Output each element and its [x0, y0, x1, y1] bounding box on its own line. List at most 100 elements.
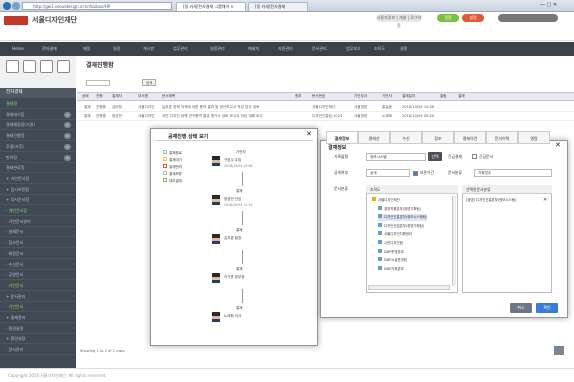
gnb-schedule[interactable]: 일정 — [113, 42, 120, 56]
write-icon[interactable] — [6, 60, 19, 73]
tree-node[interactable]: DDP운영본부 — [378, 248, 404, 255]
sidebar-item[interactable]: + 결재관리 — [0, 313, 76, 323]
gnb-document[interactable]: 문서관리 — [312, 42, 327, 56]
table-cell: 서울디자인재단- — [312, 105, 337, 109]
tree-scrollbar[interactable] — [452, 196, 456, 286]
delete-icon[interactable]: ✕ — [543, 197, 547, 203]
tree-label: 디자인산업본부(경영기획팀) — [384, 223, 425, 228]
person-name[interactable]: 정성민 선임 — [224, 197, 241, 202]
tree-node[interactable]: DDP시설운영팀 — [378, 257, 407, 263]
person-name[interactable]: 이기준 본부장 — [224, 275, 244, 280]
sidebar-item[interactable]: · 회람문서 — [0, 249, 76, 259]
category-select[interactable]: 기획업무 — [474, 169, 552, 177]
select-button[interactable]: 선택 — [428, 152, 442, 161]
browser-tab[interactable]: [정 카세]전자결재 — [248, 2, 308, 11]
tree-node[interactable]: 경영지원본부(경영기획팀) — [378, 205, 421, 212]
tree-node[interactable]: DDP기획본부 — [378, 265, 404, 272]
list-icon[interactable] — [40, 60, 53, 73]
gnb-report[interactable]: 업무보고 — [346, 42, 361, 56]
info-tab[interactable]: 결재의견 — [454, 131, 486, 144]
gnb-message[interactable]: 메세지 — [248, 42, 259, 56]
avatar — [212, 234, 220, 244]
retention-checkbox[interactable] — [413, 171, 418, 176]
user-menu[interactable]: 사용자정보 | 개설 | 로그아웃 — [376, 14, 422, 28]
gnb-home[interactable]: Home — [12, 42, 24, 56]
info-tab[interactable]: 참조 — [422, 131, 454, 144]
address-bar[interactable]: http://gw1.seouldesign.or.kr/bizbox/HP — [22, 2, 172, 10]
gnb-task[interactable]: 업무관리 — [173, 42, 188, 56]
sidebar-section-title: 전자결재 — [0, 88, 76, 98]
sidebar-item[interactable]: + 임시보관함 — [0, 185, 76, 195]
tree-label: DDP기획본부 — [384, 266, 404, 271]
close-icon[interactable]: ✕ — [555, 141, 561, 149]
gnb-resource[interactable]: 자원관리 — [278, 42, 293, 56]
gnb-approval[interactable]: 전자결재 — [42, 42, 57, 56]
sidebar-item[interactable]: · 기안문서관리 — [0, 217, 76, 227]
tree-node[interactable]: 서울디자인지원센터 — [378, 231, 412, 237]
selected-item[interactable]: [경영] 디자인진흥본부(정보시스템) — [466, 197, 516, 203]
sidebar-item[interactable]: + 기안문서함 — [0, 174, 76, 184]
tree-hscrollbar[interactable] — [368, 285, 450, 290]
tree-node[interactable]: 서울디자인재단 — [372, 197, 400, 203]
sidebar-item[interactable]: 결재완료함 — [0, 163, 76, 174]
sidebar-item[interactable]: · 결재문서 — [0, 227, 76, 238]
sidebar-item[interactable]: · 기안문서 — [0, 302, 76, 313]
badge: 0 — [64, 133, 71, 140]
sidebar-item[interactable]: · 환경설정 — [0, 324, 76, 334]
sidebar-item[interactable]: + 부서문서함 — [0, 195, 76, 206]
person-name[interactable]: 노재희 이사 — [224, 314, 241, 319]
gnb-org[interactable]: 조직도 — [374, 42, 385, 56]
legend-label: 결재대기 — [169, 158, 182, 162]
print-icon[interactable] — [57, 60, 70, 73]
info-tab[interactable]: 문서이력 — [486, 131, 518, 144]
close-icon[interactable]: ✕ — [306, 130, 312, 138]
tree-node[interactable]: 디자인산업본부(경영기획팀) — [378, 222, 425, 229]
browser-tab-active[interactable]: [정 카세]전자결재 그룹웨어 × — [176, 2, 246, 11]
table-header-cell: 문서제목 — [162, 94, 176, 98]
urgent-checkbox[interactable] — [472, 154, 477, 159]
back-icon[interactable] — [3, 2, 11, 10]
info-tab[interactable]: 열람 — [518, 131, 550, 144]
gnb-board[interactable]: 게시판 — [143, 42, 154, 56]
legend-item: 결재반려 — [163, 164, 182, 170]
public-select[interactable]: 공개 — [366, 169, 410, 177]
sidebar-item[interactable]: - 개인문서함 — [0, 206, 76, 216]
sidebar-item[interactable]: + 문서관리 — [0, 292, 76, 302]
page-button[interactable] — [554, 346, 564, 355]
ok-button[interactable]: 확인 — [536, 303, 558, 313]
info-tab[interactable]: 결재정보 — [326, 131, 358, 144]
cancel-button[interactable]: 취소 — [510, 303, 532, 313]
sidebar-item[interactable]: · 수신문서 — [0, 260, 76, 270]
sidebar-item[interactable]: · 참조문서 — [0, 238, 76, 249]
notification-pill[interactable]: 알림 — [437, 14, 459, 22]
window-controls[interactable]: — ▢ ✕ — [540, 2, 557, 8]
tree-label: 서울디자인재단 — [378, 198, 400, 202]
document-icon[interactable] — [23, 60, 36, 73]
sidebar-item[interactable]: 결재함 — [0, 99, 76, 109]
folder-icon — [378, 248, 382, 253]
forward-icon[interactable] — [12, 2, 20, 10]
gnb-mail[interactable]: 메일 — [83, 42, 90, 56]
person-name[interactable]: 구본수 주임 — [224, 158, 241, 163]
gnb-settings[interactable]: 설정 — [400, 42, 407, 56]
filter-select[interactable] — [86, 80, 110, 86]
sidebar-item[interactable]: · 공람문서 — [0, 270, 76, 281]
doc-kind-field[interactable]: 정보시스템 — [366, 153, 426, 161]
sidebar-item[interactable]: · 기안문서 — [0, 281, 76, 291]
info-tab[interactable]: 결재선 — [358, 131, 390, 144]
gnb-calendar[interactable]: 일정관리 — [210, 42, 225, 56]
table-cell: 정성민 — [112, 114, 122, 118]
app-title: 서울디자인재단 — [32, 16, 78, 24]
legend-swatch — [163, 150, 167, 154]
person-name[interactable]: 김지훈 팀장 — [224, 236, 241, 241]
tree-label: 디자인진흥본부(정보시스템팀) — [384, 215, 428, 220]
header-controls[interactable] — [498, 14, 558, 22]
sidebar-item[interactable]: + 환경설정 — [0, 334, 76, 345]
tree-node[interactable]: 시민디자인팀 — [378, 240, 403, 246]
tree-node[interactable]: 디자인진흥본부(정보시스템팀) — [378, 214, 428, 221]
search-button[interactable]: 검색 — [142, 79, 156, 86]
folder-icon — [378, 257, 382, 262]
settings-pill[interactable]: 설정 — [462, 14, 484, 22]
sidebar-item[interactable]: · 양식관리 — [0, 345, 76, 356]
info-tab[interactable]: 수신 — [390, 131, 422, 144]
